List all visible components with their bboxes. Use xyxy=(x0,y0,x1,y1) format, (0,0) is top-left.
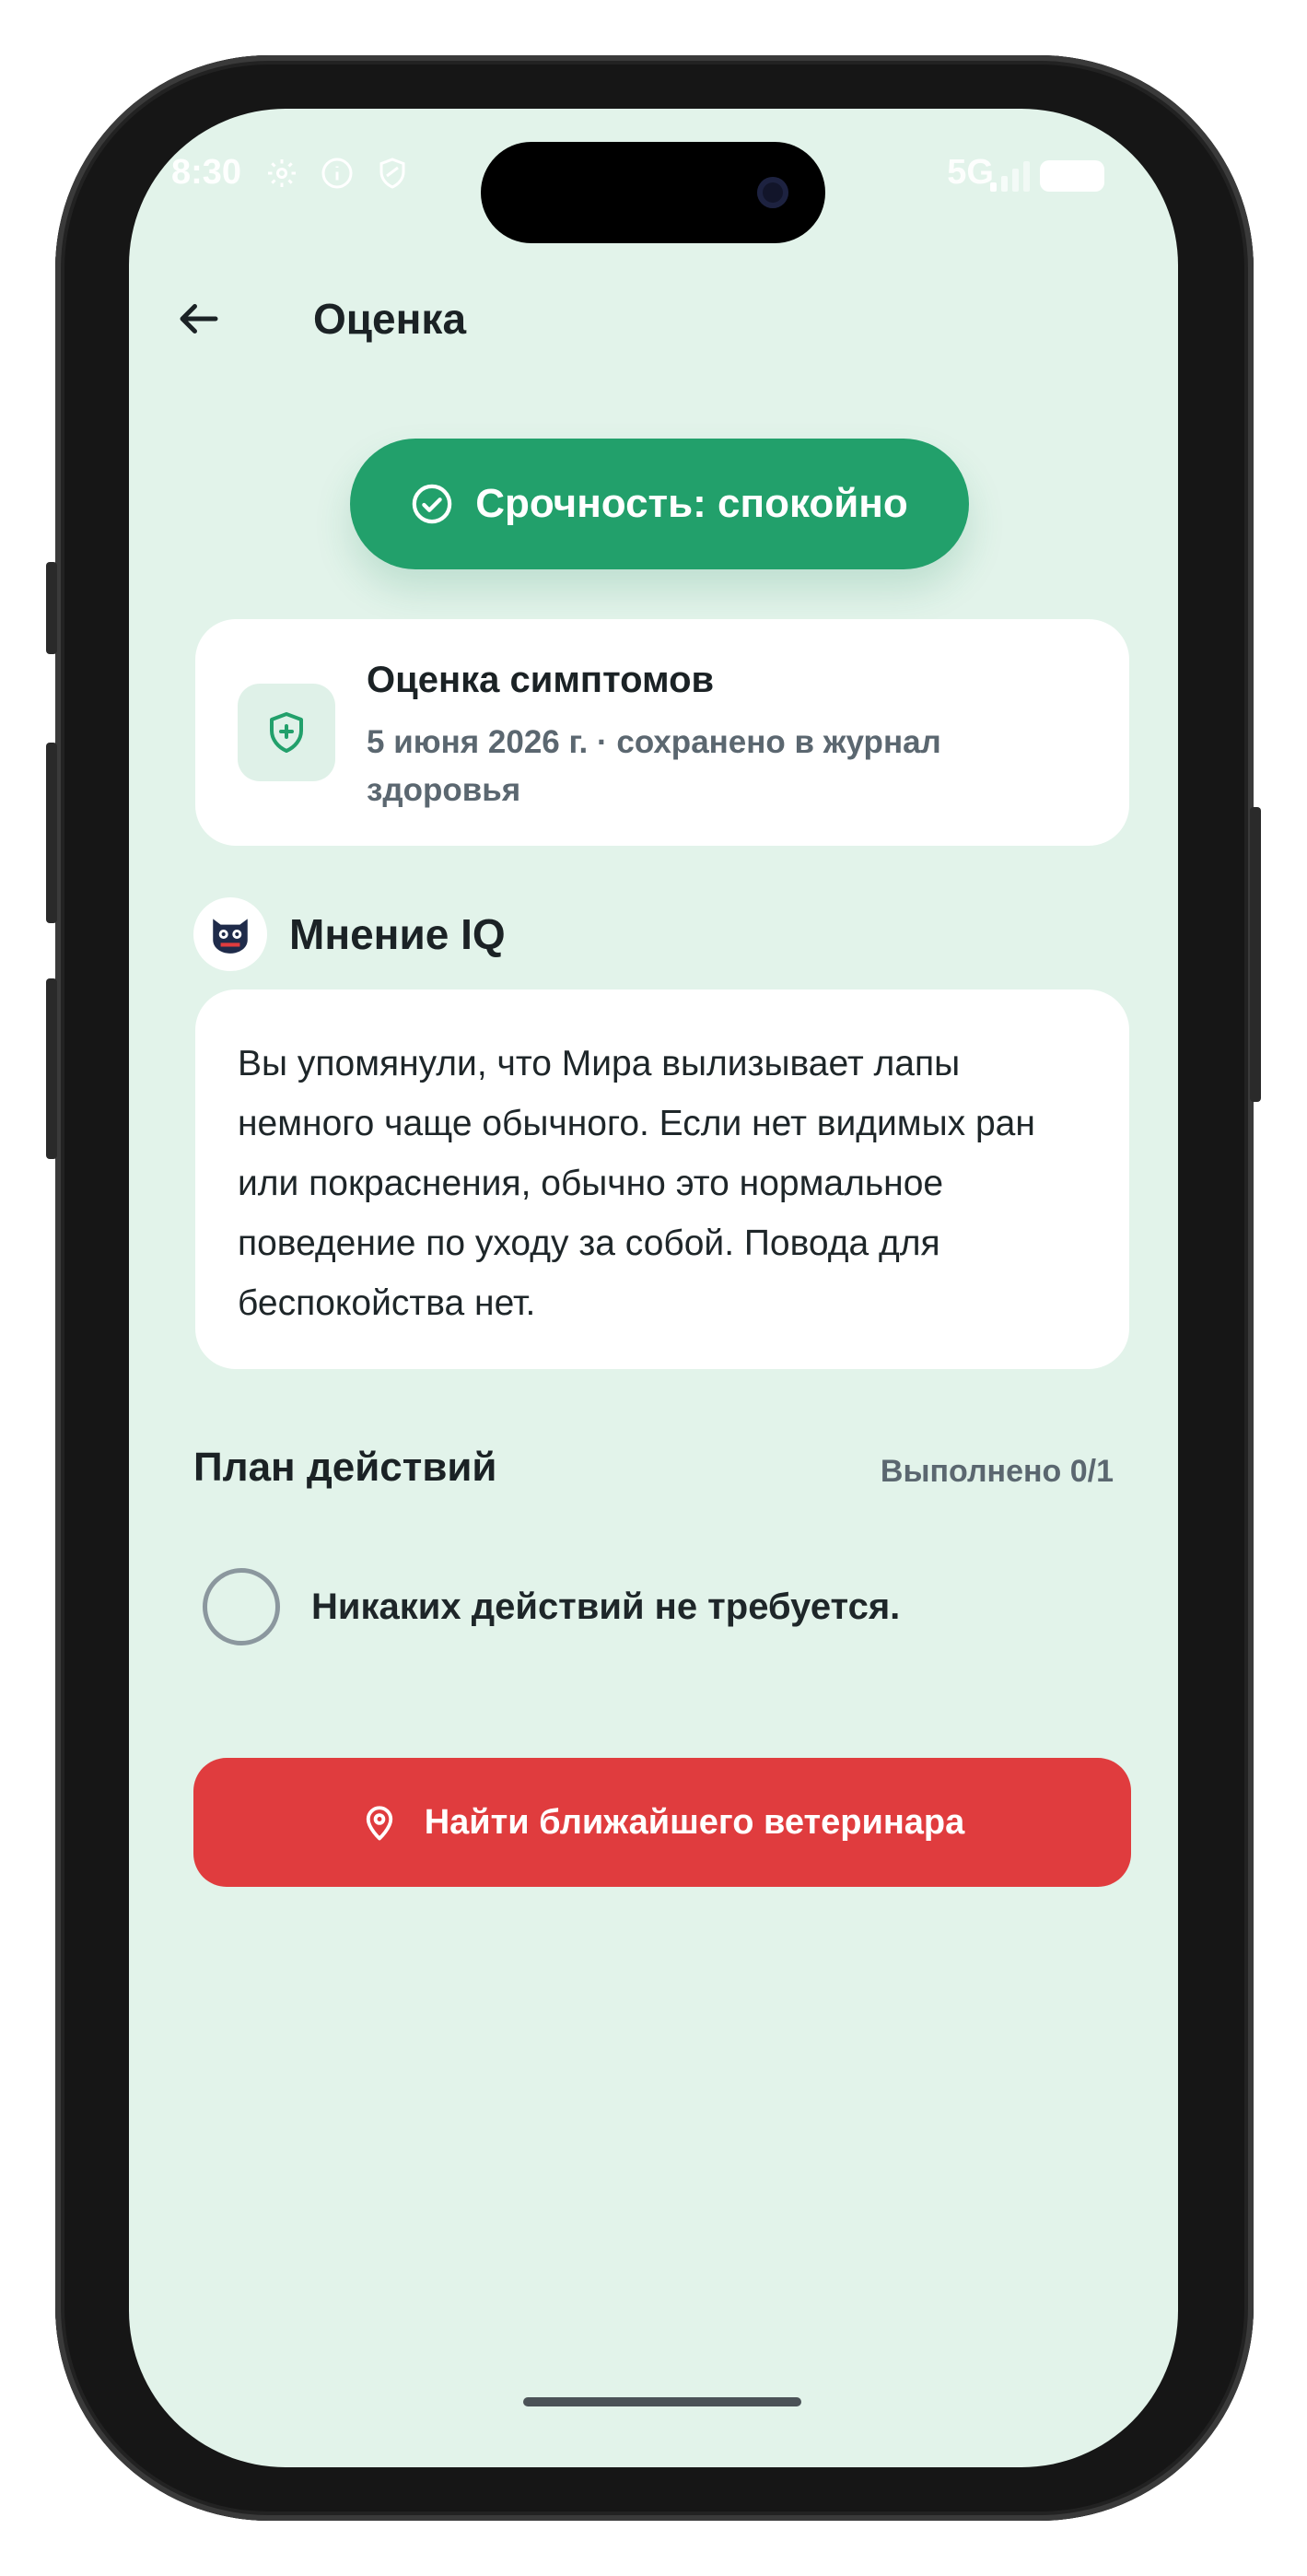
dynamic-island xyxy=(481,142,825,243)
plan-progress: Выполнено 0/1 xyxy=(880,1454,1114,1489)
plan-title: План действий xyxy=(193,1445,497,1490)
shield-icon xyxy=(379,158,405,189)
urgency-badge: Срочность: спокойно xyxy=(350,439,969,569)
plan-item[interactable]: Никаких действий не требуется. xyxy=(203,1566,900,1647)
arrow-left-icon xyxy=(180,304,218,334)
opinion-title: Мнение IQ xyxy=(289,910,506,958)
network-label: 5G xyxy=(947,153,994,192)
plan-item-label: Никаких действий не требуется. xyxy=(311,1586,901,1627)
opinion-card: Вы упомянули, что Мира вылизывает лапы н… xyxy=(195,989,1129,1369)
find-vet-label: Найти ближайшего ветеринара xyxy=(424,1802,965,1842)
status-time: 8:30 xyxy=(171,153,242,192)
side-button-volume-up xyxy=(46,743,57,923)
assessment-icon-box xyxy=(238,684,335,781)
cat-avatar-icon xyxy=(193,897,267,971)
find-vet-button[interactable]: Найти ближайшего ветеринара xyxy=(193,1758,1131,1887)
home-indicator[interactable] xyxy=(523,2397,801,2406)
assessment-subtitle: 5 июня 2026 г. · сохранено в журнал здор… xyxy=(367,724,941,808)
plan-item-checkbox[interactable] xyxy=(203,1568,280,1645)
battery-icon xyxy=(1040,160,1104,192)
page-title: Оценка xyxy=(313,295,467,343)
opinion-text: Вы упомянули, что Мира вылизывает лапы н… xyxy=(238,1044,1035,1323)
side-button-action xyxy=(46,562,57,654)
side-button-volume-down xyxy=(46,978,57,1159)
opinion-header: Мнение IQ xyxy=(193,897,506,971)
back-button[interactable] xyxy=(171,291,227,346)
map-pin-icon xyxy=(366,1806,392,1841)
gear-icon xyxy=(268,159,296,187)
info-icon xyxy=(321,158,353,189)
check-circle-icon xyxy=(412,484,452,524)
signal-icon xyxy=(990,161,1030,192)
status-bar: 8:30 5G xyxy=(129,109,1178,247)
camera-icon xyxy=(757,177,788,208)
app-screen: 8:30 5G Оценка Срочность: спокойно Оценк… xyxy=(129,109,1178,2467)
assessment-card[interactable]: Оценка симптомов 5 июня 2026 г. · сохран… xyxy=(195,619,1129,846)
side-button-power xyxy=(1250,807,1261,1102)
shield-plus-icon xyxy=(270,712,303,753)
assessment-title: Оценка симптомов xyxy=(367,660,715,700)
urgency-label: Срочность: спокойно xyxy=(475,481,908,526)
